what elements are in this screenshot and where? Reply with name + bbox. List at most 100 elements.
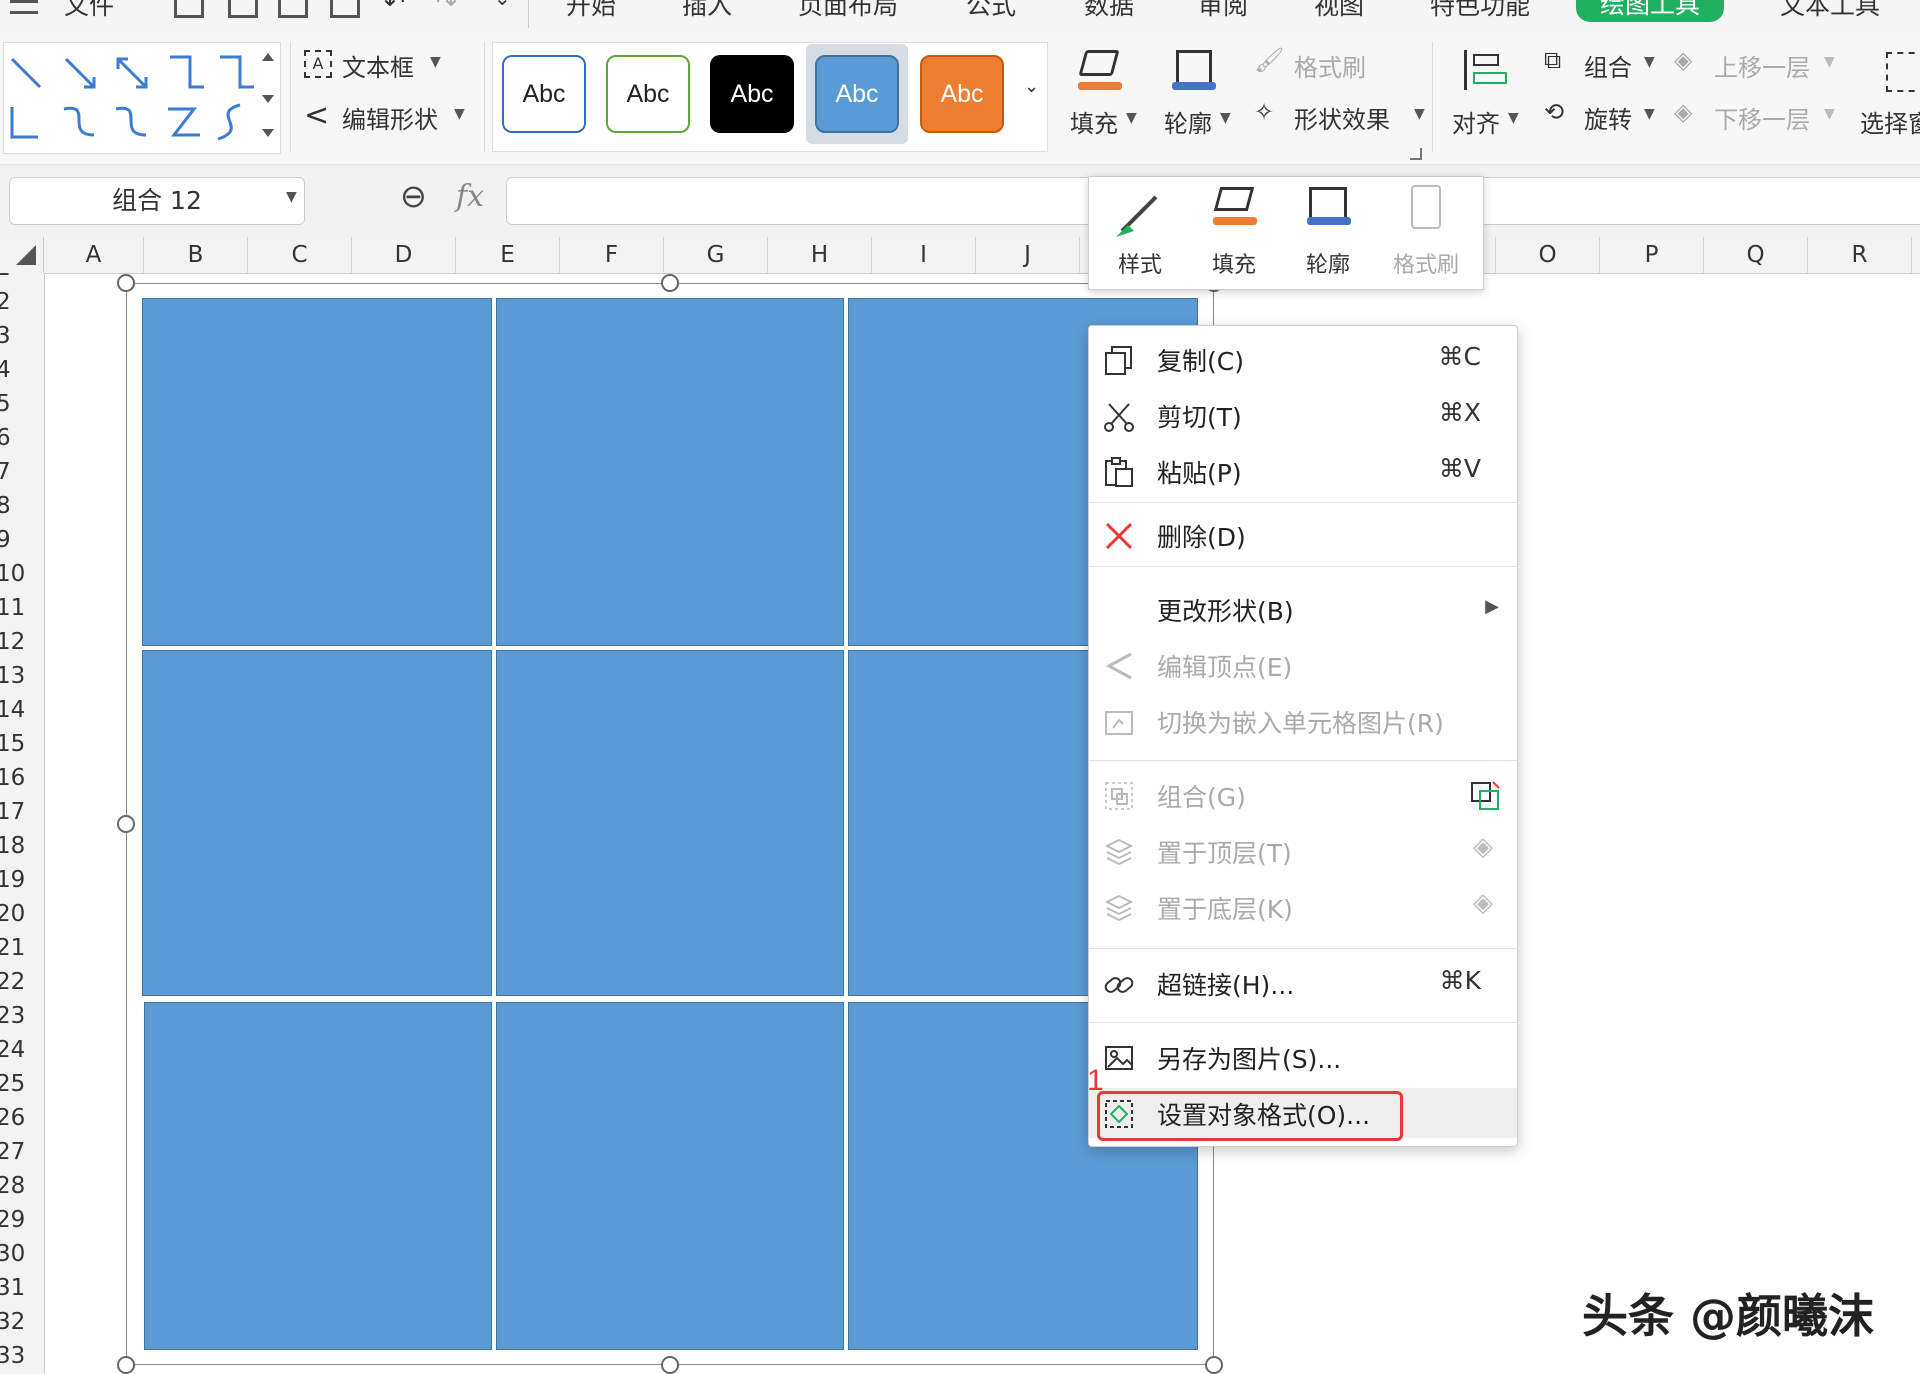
row-header-24[interactable]: 24 [0,1033,44,1067]
tab-review[interactable]: 审阅 [1198,0,1248,22]
bring-forward-button[interactable]: ◈ 上移一层 ▼ [1674,46,1844,86]
row-header-31[interactable]: 31 [0,1271,44,1305]
row-header-19[interactable]: 19 [0,863,44,897]
row-header-1[interactable]: 1 [0,273,44,285]
rotate-button[interactable]: ⟲ 旋转 ▼ [1544,98,1664,138]
menu-item-group[interactable]: 组合(G) [1089,770,1517,820]
style-preset-orange[interactable]: Abc [920,55,1004,133]
mini-outline-button[interactable]: 轮廓 [1281,177,1375,289]
print-icon[interactable] [278,0,308,18]
column-header-b[interactable]: B [144,237,248,273]
redo-icon[interactable]: ↷ [436,0,457,17]
menu-item-send-to-back[interactable]: 置于底层(K) ◈ [1089,882,1517,932]
fill-button[interactable]: 填充 ▼ [1066,44,1140,154]
row-header-26[interactable]: 26 [0,1101,44,1135]
undo-icon[interactable]: ↶ [384,0,405,17]
row-header-12[interactable]: 12 [0,625,44,659]
function-icon[interactable]: fx [456,179,484,214]
row-header-13[interactable]: 13 [0,659,44,693]
tab-page-layout[interactable]: 页面布局 [798,0,898,22]
shape-effect-button[interactable]: ✧ 形状效果 ▼ [1254,98,1444,138]
menu-item-paste[interactable]: 粘贴(P) ⌘V [1089,446,1517,496]
resize-handle[interactable] [117,1356,135,1374]
row-header-28[interactable]: 28 [0,1169,44,1203]
send-to-back-side-icon[interactable]: ◈ [1473,888,1493,918]
textbox-button[interactable]: A 文本框 ▼ [304,46,464,86]
tab-data[interactable]: 数据 [1084,0,1134,22]
gallery-more-icon[interactable]: ⌄ [1024,76,1039,97]
resize-handle[interactable] [1205,1356,1223,1374]
menu-item-bring-to-front[interactable]: 置于顶层(T) ◈ [1089,826,1517,876]
tab-home[interactable]: 开始 [566,0,616,22]
menu-item-save-as-picture[interactable]: 另存为图片(S)... [1089,1032,1517,1082]
bring-to-front-side-icon[interactable]: ◈ [1473,832,1493,862]
column-header-j[interactable]: J [976,237,1080,273]
row-header-10[interactable]: 10 [0,557,44,591]
menu-item-hyperlink[interactable]: 超链接(H)... ⌘K [1089,958,1517,1008]
column-header-f[interactable]: F [560,237,664,273]
save-icon[interactable] [174,0,204,18]
column-header-r[interactable]: R [1808,237,1912,273]
tab-view[interactable]: 视图 [1314,0,1364,22]
row-header-8[interactable]: 8 [0,489,44,523]
tab-insert[interactable]: 插入 [682,0,732,22]
resize-handle[interactable] [661,1356,679,1374]
row-header-33[interactable]: 33 [0,1339,44,1373]
style-preset-green-outline[interactable]: Abc [606,55,690,133]
rectangle-shape[interactable] [142,298,492,646]
column-header-o[interactable]: O [1496,237,1600,273]
style-preset-blue-outline[interactable]: Abc [502,55,586,133]
tab-text-tools[interactable]: 文本工具 [1780,0,1880,22]
rectangle-shape[interactable] [496,650,844,996]
export-icon[interactable] [228,0,258,18]
row-header-2[interactable]: 2 [0,285,44,319]
outline-button[interactable]: 轮廓 ▼ [1160,44,1240,154]
menu-item-edit-points[interactable]: 编辑顶点(E) [1089,640,1517,690]
tab-formulas[interactable]: 公式 [966,0,1016,22]
row-header-18[interactable]: 18 [0,829,44,863]
selection-pane-button[interactable]: 选择窗 [1856,44,1920,154]
mini-format-painter-button[interactable]: 格式刷 [1379,177,1473,289]
row-header-20[interactable]: 20 [0,897,44,931]
edit-shape-button[interactable]: < 编辑形状 ▼ [304,98,484,138]
row-header-29[interactable]: 29 [0,1203,44,1237]
shape-gallery[interactable] [3,42,281,154]
column-header-q[interactable]: Q [1704,237,1808,273]
row-header-9[interactable]: 9 [0,523,44,557]
mini-style-button[interactable]: 样式 [1093,177,1187,289]
row-header-22[interactable]: 22 [0,965,44,999]
row-header-7[interactable]: 7 [0,455,44,489]
row-header-27[interactable]: 27 [0,1135,44,1169]
row-header-21[interactable]: 21 [0,931,44,965]
row-header-5[interactable]: 5 [0,387,44,421]
tab-drawing-tools[interactable]: 绘图工具 [1576,0,1725,22]
row-header-3[interactable]: 3 [0,319,44,353]
name-box-chevron-icon[interactable]: ▼ [286,189,297,205]
rectangle-shape[interactable] [496,1002,844,1350]
row-header-30[interactable]: 30 [0,1237,44,1271]
connector-shapes-icon[interactable] [4,43,280,153]
rectangle-shape[interactable] [142,650,492,996]
menu-item-delete[interactable]: 删除(D) [1089,510,1517,560]
column-header-i[interactable]: I [872,237,976,273]
group-button[interactable]: ⧉ 组合 ▼ [1544,46,1664,86]
send-backward-button[interactable]: ◈ 下移一层 ▼ [1674,98,1844,138]
row-header-15[interactable]: 15 [0,727,44,761]
column-header-h[interactable]: H [768,237,872,273]
resize-handle[interactable] [661,274,679,292]
menu-item-copy[interactable]: 复制(C) ⌘C [1089,334,1517,384]
more-chevron-icon[interactable]: ⌄ [494,0,511,10]
mini-fill-button[interactable]: 填充 [1187,177,1281,289]
align-button[interactable]: 对齐 ▼ [1448,44,1528,154]
resize-handle[interactable] [117,815,135,833]
menu-item-embed-cell-image[interactable]: 切换为嵌入单元格图片(R) [1089,696,1517,746]
row-header-11[interactable]: 11 [0,591,44,625]
row-header-23[interactable]: 23 [0,999,44,1033]
menu-item-change-shape[interactable]: 更改形状(B) ▶ [1089,584,1517,634]
rectangle-shape[interactable] [144,1002,492,1350]
tab-special-features[interactable]: 特色功能 [1430,0,1530,22]
select-all-corner[interactable] [0,237,44,273]
row-header-32[interactable]: 32 [0,1305,44,1339]
row-header-4[interactable]: 4 [0,353,44,387]
row-header-17[interactable]: 17 [0,795,44,829]
